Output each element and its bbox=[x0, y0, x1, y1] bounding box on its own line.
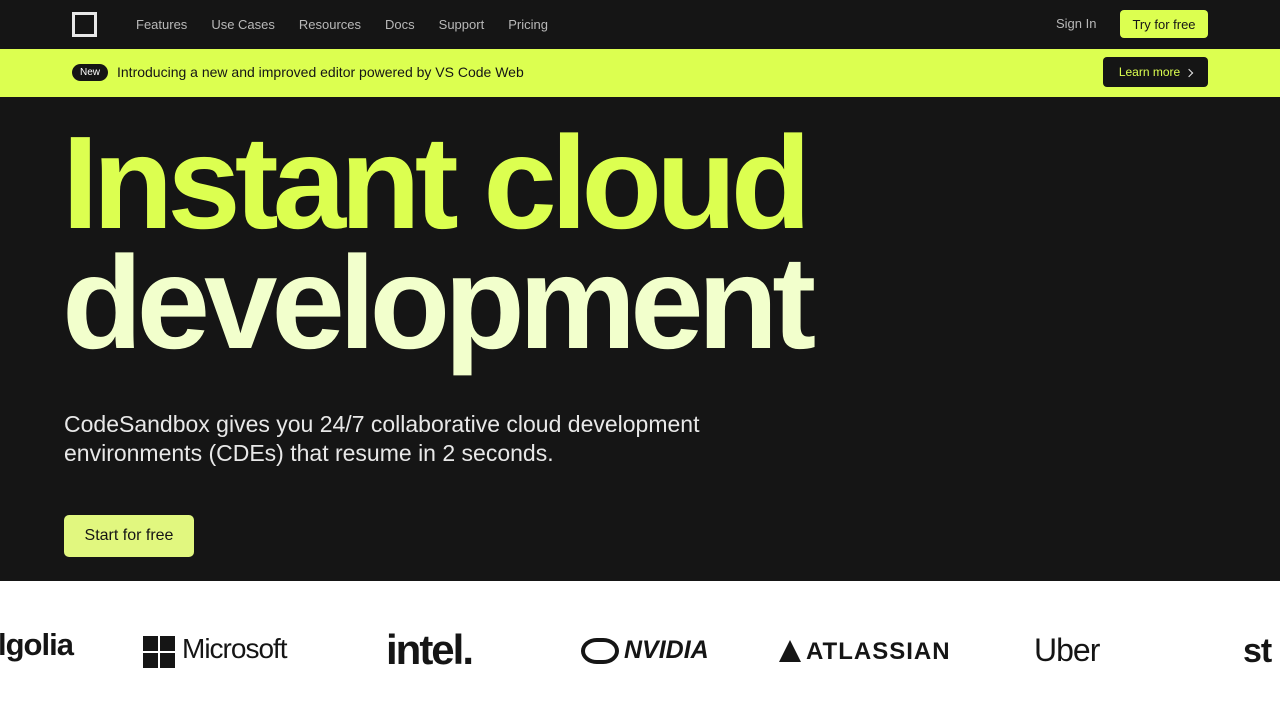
customer-logos: lgolia Microsoft intel. NVIDIA ATLASSIAN… bbox=[0, 581, 1280, 720]
intel-logo: intel. bbox=[386, 626, 474, 673]
nav-links: Features Use Cases Resources Docs Suppor… bbox=[136, 0, 548, 49]
chevron-right-icon bbox=[1184, 68, 1194, 77]
nvidia-eye-icon bbox=[581, 638, 619, 664]
nav-link-docs[interactable]: Docs bbox=[385, 17, 415, 32]
algolia-logo: lgolia bbox=[0, 627, 74, 662]
nav-link-features[interactable]: Features bbox=[136, 17, 187, 32]
nav-link-pricing[interactable]: Pricing bbox=[508, 17, 548, 32]
top-nav: Features Use Cases Resources Docs Suppor… bbox=[0, 0, 1280, 49]
new-badge: New bbox=[72, 64, 109, 81]
codesandbox-logo-icon[interactable] bbox=[72, 12, 97, 37]
announcement-banner: New Introducing a new and improved edito… bbox=[0, 49, 1280, 97]
stripe-logo: st bbox=[1243, 632, 1272, 670]
hero-subtitle: CodeSandbox gives you 24/7 collaborative… bbox=[64, 411, 700, 466]
nav-link-resources[interactable]: Resources bbox=[299, 17, 361, 32]
microsoft-logo-icon bbox=[143, 636, 175, 668]
announcement-text: Introducing a new and improved editor po… bbox=[117, 64, 524, 80]
hero-section: Instant cloud development CodeSandbox gi… bbox=[0, 97, 1280, 581]
nvidia-logo: NVIDIA bbox=[624, 636, 709, 664]
nav-link-use-cases[interactable]: Use Cases bbox=[211, 17, 275, 32]
hero-heading-line-2: development bbox=[62, 229, 816, 376]
uber-logo: Uber bbox=[1034, 632, 1100, 668]
learn-more-button[interactable]: Learn more bbox=[1103, 57, 1208, 87]
microsoft-logo: Microsoft bbox=[182, 633, 288, 664]
start-for-free-button[interactable]: Start for free bbox=[64, 515, 194, 557]
atlassian-logo: ATLASSIAN bbox=[806, 638, 951, 665]
nav-link-support[interactable]: Support bbox=[439, 17, 485, 32]
learn-more-label: Learn more bbox=[1118, 65, 1181, 79]
sign-in-link[interactable]: Sign In bbox=[1056, 16, 1096, 31]
try-for-free-button[interactable]: Try for free bbox=[1120, 10, 1208, 38]
atlassian-icon bbox=[779, 640, 801, 662]
